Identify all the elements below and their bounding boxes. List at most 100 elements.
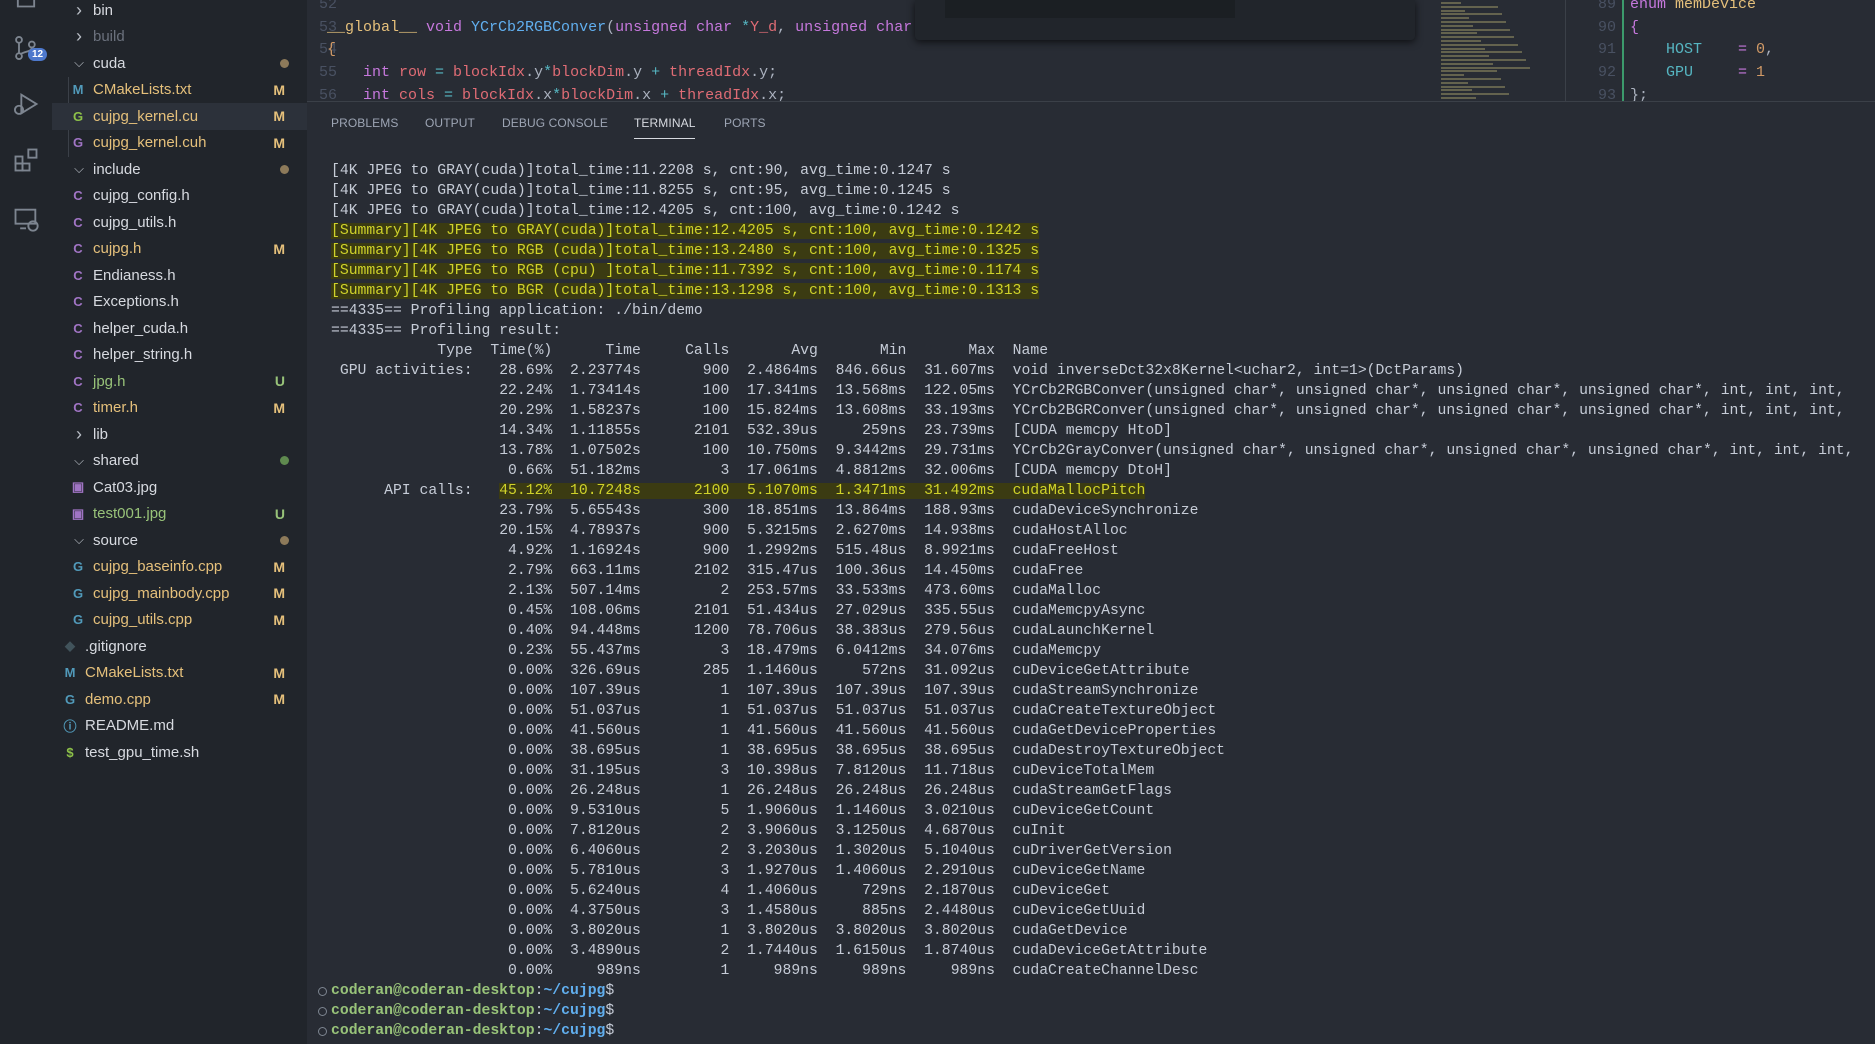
table-cell: 3.8020us bbox=[570, 923, 641, 939]
explorer-icon[interactable] bbox=[8, 0, 44, 14]
code-line[interactable]: HOST = 0, bbox=[1630, 41, 1774, 58]
code-line[interactable]: int row = blockIdx.y*blockDim.y + thread… bbox=[327, 64, 777, 81]
file-item[interactable]: Ctimer.h M bbox=[52, 395, 307, 422]
right-editor-group[interactable]: 89 enum memDevice 90 {91 HOST = 0, 92 GPU = … bbox=[1565, 0, 1875, 101]
code-line[interactable]: { bbox=[327, 41, 336, 58]
table-cell: 4.3750us bbox=[570, 903, 641, 919]
table-cell: 41.560us bbox=[835, 723, 907, 739]
table-cell: 55.437ms bbox=[570, 643, 641, 659]
file-item[interactable]: M CMakeLists.txt M bbox=[52, 660, 307, 687]
table-row: 0.23% 55.437ms 3 18.479ms 6.0412ms 34.07… bbox=[331, 641, 1853, 661]
table-cell: 0.00% bbox=[508, 703, 553, 719]
file-item[interactable]: ⓘ README.md bbox=[52, 713, 307, 740]
file-item[interactable]: Gcujpg_baseinfo.cpp M bbox=[52, 554, 307, 581]
terminal-prompt[interactable]: coderan@coderan-desktop:~/cujpg$ bbox=[318, 1021, 1853, 1041]
code-token: .x bbox=[534, 86, 553, 101]
pad bbox=[641, 623, 694, 639]
folder-lib[interactable]: › lib bbox=[52, 421, 307, 448]
code-token: cols bbox=[399, 86, 445, 101]
pad bbox=[906, 523, 924, 539]
pad bbox=[331, 523, 473, 539]
table-cell: 2.6270ms bbox=[835, 523, 907, 539]
tab-terminal[interactable]: TERMINAL bbox=[634, 116, 696, 139]
terminal-prompt[interactable]: coderan@coderan-desktop:~/cujpg$ bbox=[318, 981, 1853, 1001]
table-cell: 532.39us bbox=[747, 423, 818, 439]
terminal-output[interactable]: [4K JPEG to GRAY(cuda)]total_time:11.220… bbox=[318, 161, 1853, 1041]
editor-area[interactable]: 52 53 __global__ void YCrCb2RGBConver(unsi… bbox=[307, 0, 1875, 101]
table-cell-name: cudaDeviceGetAttribute bbox=[1012, 943, 1208, 959]
tab-output[interactable]: OUTPUT bbox=[425, 116, 475, 130]
table-cell: 38.695us bbox=[924, 743, 995, 759]
file-item[interactable]: Gcujpg_kernel.cu M bbox=[52, 103, 307, 130]
pad bbox=[641, 343, 685, 359]
pad bbox=[818, 543, 836, 559]
file-item[interactable]: Gdemo.cpp M bbox=[52, 686, 307, 713]
table-cell-name: YCrCb2RGBConver(unsigned char*, unsigned… bbox=[1012, 383, 1845, 399]
table-cell: 279.56us bbox=[924, 623, 995, 639]
folder-bin[interactable]: › bin bbox=[52, 0, 307, 24]
pad bbox=[818, 823, 836, 839]
file-item[interactable]: Ccujpg_utils.h bbox=[52, 209, 307, 236]
file-item[interactable]: Ccujpg_config.h bbox=[52, 183, 307, 210]
table-cell: 1200 bbox=[693, 623, 730, 639]
pad bbox=[641, 383, 703, 399]
code-token: int bbox=[327, 64, 400, 82]
pad bbox=[906, 703, 924, 719]
tab-problems[interactable]: PROBLEMS bbox=[331, 116, 399, 130]
pad bbox=[473, 863, 508, 879]
table-row: 0.00% 31.195us 3 10.398us 7.8120us 11.71… bbox=[331, 761, 1853, 781]
file-item[interactable]: Gcujpg_mainbody.cpp M bbox=[52, 580, 307, 607]
tab-ports[interactable]: PORTS bbox=[724, 116, 766, 130]
pad bbox=[906, 923, 924, 939]
git-icon: ◆ bbox=[65, 638, 75, 654]
pad bbox=[729, 623, 747, 639]
file-item[interactable]: Gcujpg_utils.cpp M bbox=[52, 607, 307, 634]
folder-build[interactable]: › build bbox=[52, 24, 307, 51]
folder-source[interactable]: ⌵ source bbox=[52, 527, 307, 554]
file-item[interactable]: Gcujpg_kernel.cuh M bbox=[52, 130, 307, 157]
pad bbox=[995, 683, 1013, 699]
file-item[interactable]: $ test_gpu_time.sh bbox=[52, 739, 307, 766]
pad bbox=[818, 763, 836, 779]
code-line[interactable]: int cols = blockIdx.x*blockDim.x + threa… bbox=[327, 87, 786, 101]
cpp-file-icon: G bbox=[64, 691, 76, 707]
tab-debug-console[interactable]: DEBUG CONSOLE bbox=[502, 116, 608, 130]
file-label: README.md bbox=[85, 717, 175, 735]
folder-shared[interactable]: ⌵ shared bbox=[52, 448, 307, 475]
folder-cuda[interactable]: ⌵ cuda bbox=[52, 50, 307, 77]
file-item[interactable]: ▣ Cat03.jpg bbox=[52, 474, 307, 501]
pad bbox=[818, 643, 836, 659]
table-cell: 38.695us bbox=[747, 743, 818, 759]
c-header-icon: C bbox=[73, 347, 83, 363]
folder-include[interactable]: ⌵ include bbox=[52, 156, 307, 183]
file-item[interactable]: Chelper_cuda.h bbox=[52, 315, 307, 342]
source-control-icon[interactable]: 12 bbox=[8, 30, 48, 66]
code-line[interactable]: enum memDevice bbox=[1630, 0, 1756, 13]
pad bbox=[729, 603, 747, 619]
pad bbox=[331, 723, 473, 739]
table-cell: 0.45% bbox=[508, 603, 553, 619]
pad bbox=[906, 503, 924, 519]
code-line[interactable]: { bbox=[1630, 19, 1639, 36]
run-debug-icon[interactable] bbox=[8, 86, 44, 122]
file-item[interactable]: C Endianess.h bbox=[52, 262, 307, 289]
extensions-icon[interactable] bbox=[8, 142, 44, 178]
pad bbox=[818, 403, 836, 419]
code-line[interactable]: GPU = 1 bbox=[1630, 64, 1765, 81]
file-item[interactable]: Chelper_string.h bbox=[52, 342, 307, 369]
file-item[interactable]: Cjpg.h U bbox=[52, 368, 307, 395]
file-item[interactable]: C Exceptions.h bbox=[52, 289, 307, 316]
terminal-text: [Summary][4K JPEG to BGR (cuda)]total_ti… bbox=[331, 283, 1040, 299]
minimap[interactable] bbox=[1435, 0, 1560, 101]
file-item[interactable]: ◆ .gitignore bbox=[52, 633, 307, 660]
pad bbox=[995, 503, 1013, 519]
pad bbox=[641, 803, 721, 819]
pad bbox=[552, 763, 570, 779]
terminal-line: [4K JPEG to GRAY(cuda)]total_time:12.420… bbox=[331, 201, 1853, 221]
file-item[interactable]: ▣ test001.jpg U bbox=[52, 501, 307, 528]
file-item[interactable]: M CMakeLists.txt M bbox=[52, 77, 307, 104]
file-item[interactable]: Ccujpg.h M bbox=[52, 236, 307, 263]
terminal-prompt[interactable]: coderan@coderan-desktop:~/cujpg$ bbox=[318, 1001, 1853, 1021]
remote-explorer-icon[interactable] bbox=[8, 201, 44, 237]
code-line[interactable]: }; bbox=[1630, 87, 1648, 101]
